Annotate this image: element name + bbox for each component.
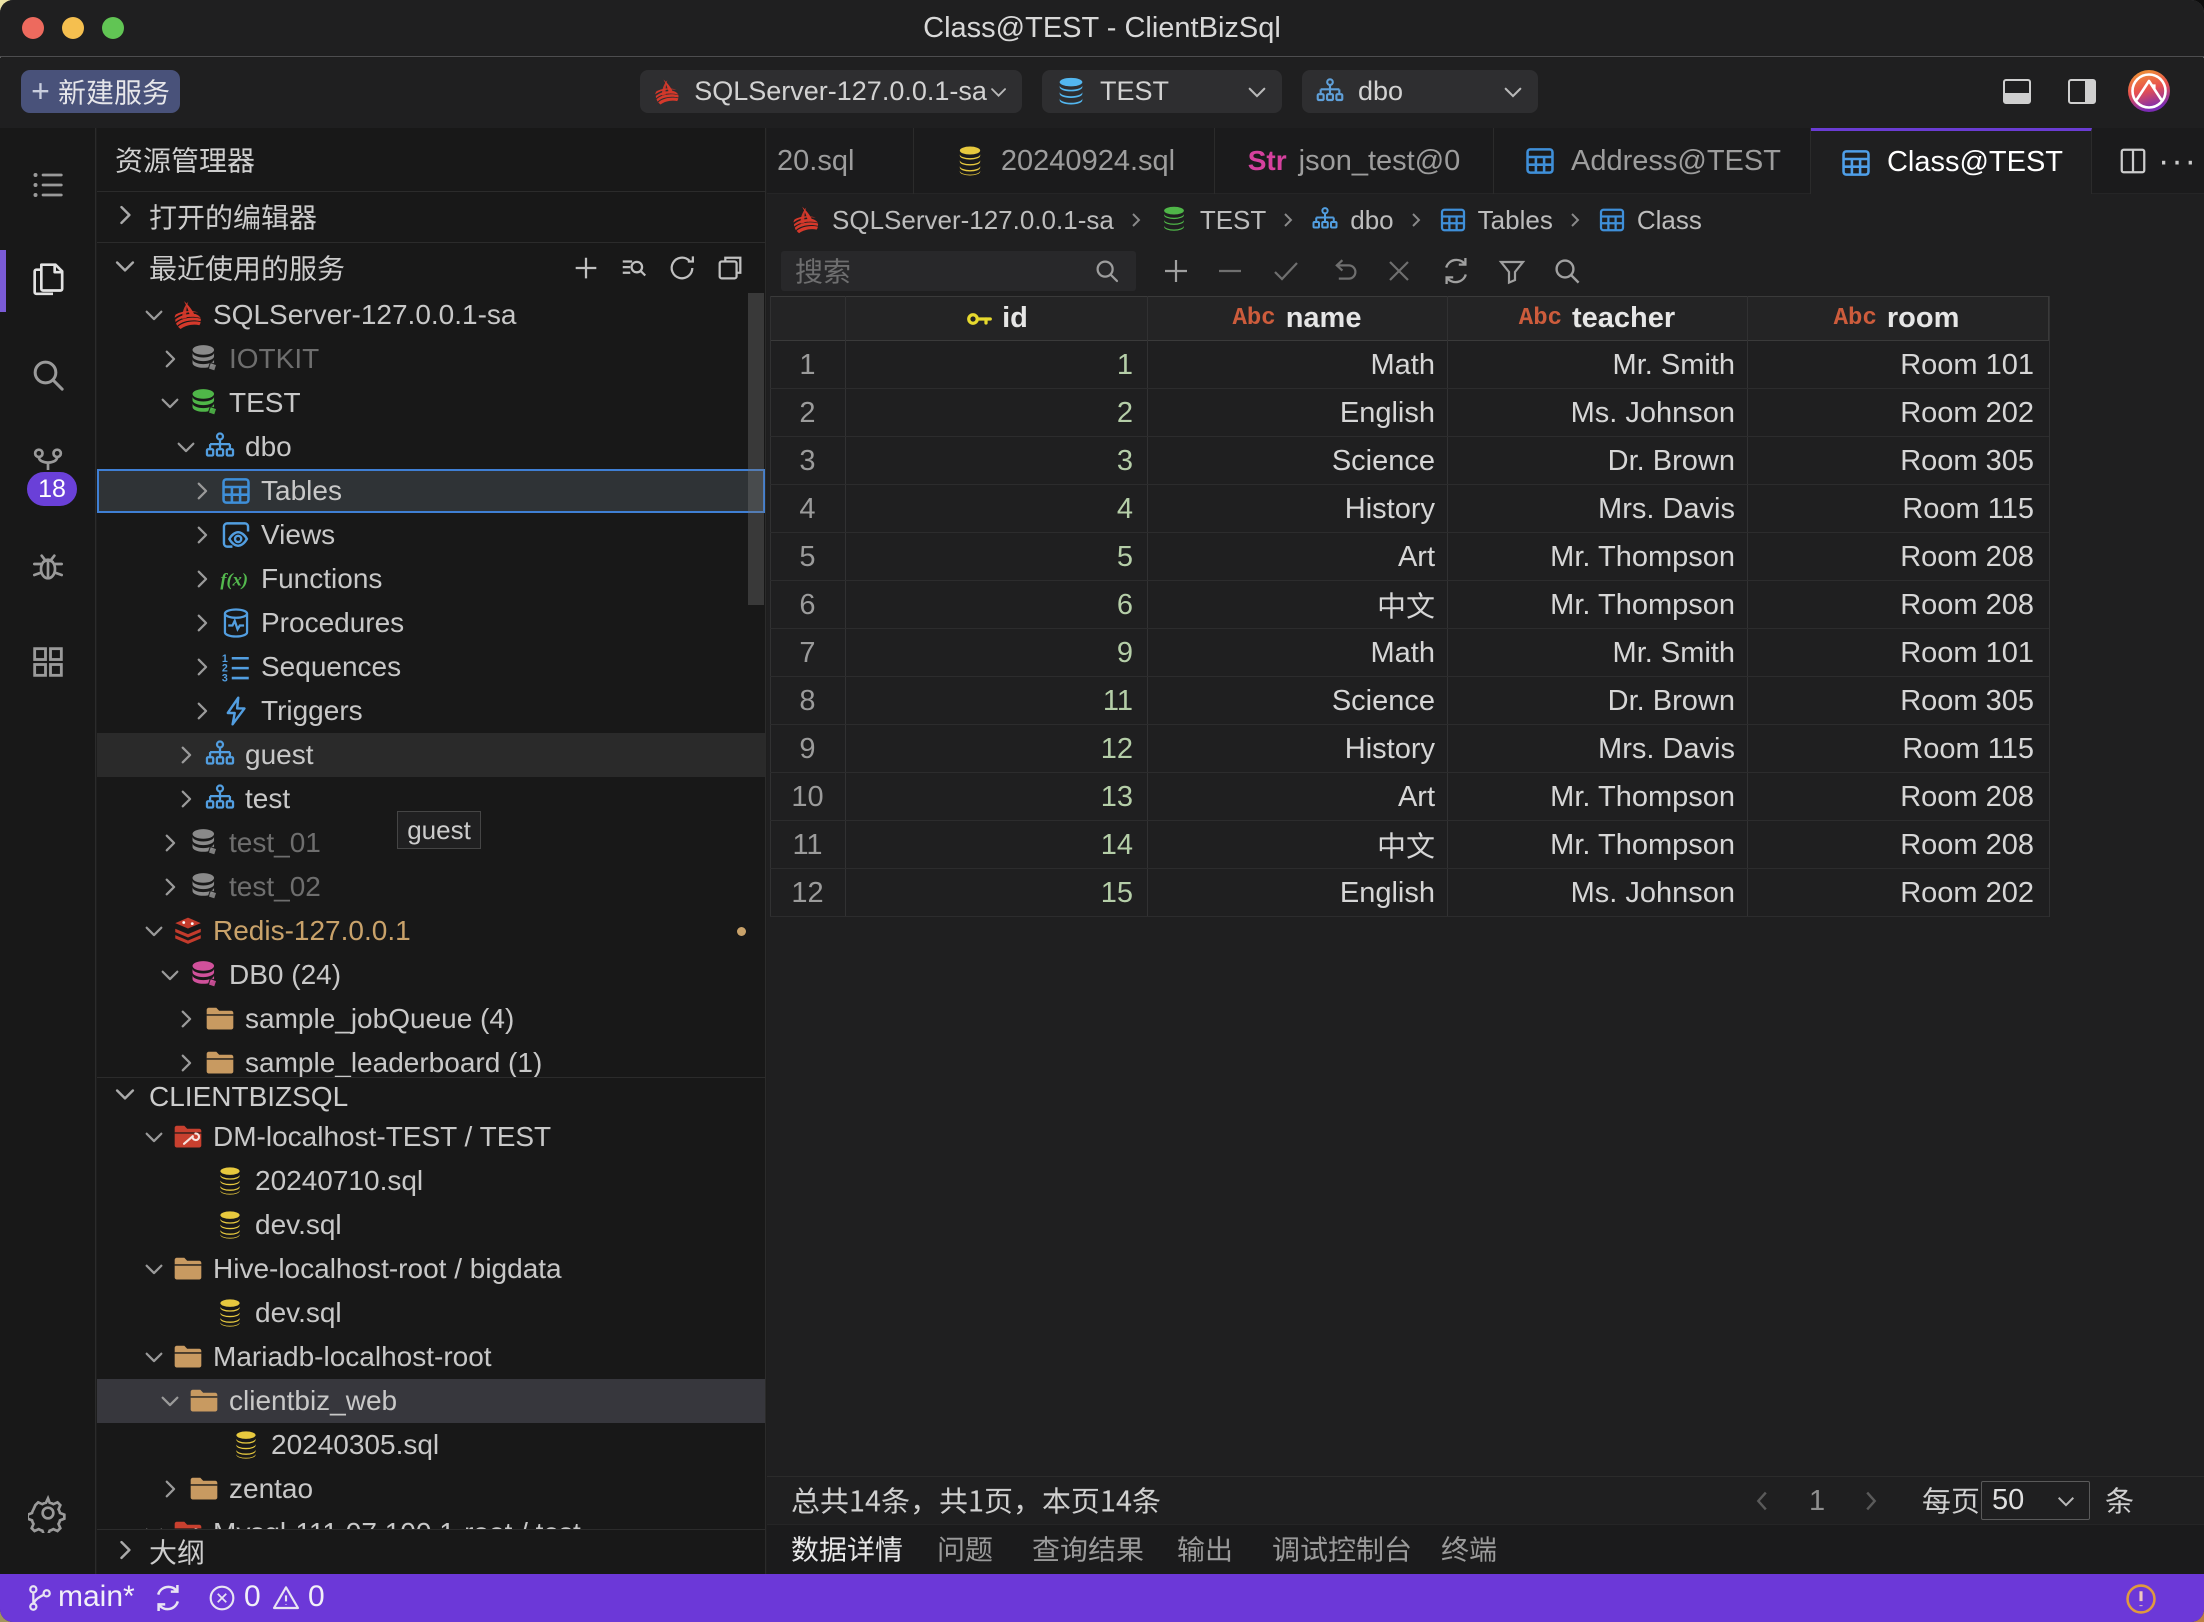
svg-text:f(x): f(x)	[220, 569, 248, 590]
svg-text:3: 3	[222, 673, 228, 684]
